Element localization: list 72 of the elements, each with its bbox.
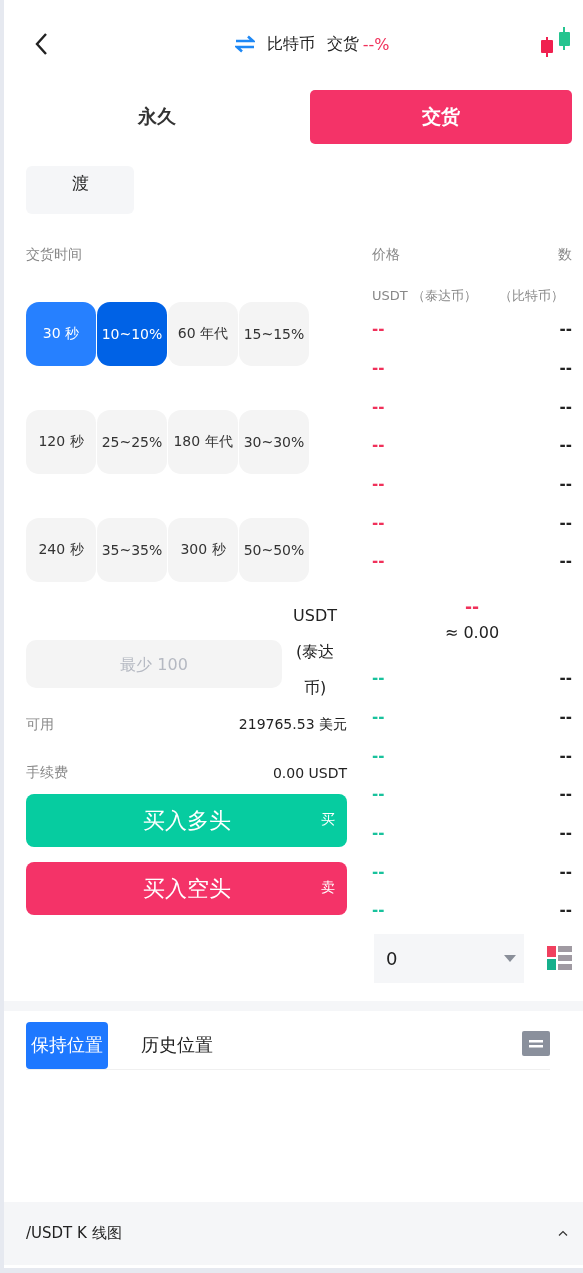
list-icon[interactable] (522, 1030, 550, 1056)
rate-option[interactable]: 50~50% (239, 518, 309, 582)
bid-amount: -- (559, 707, 572, 726)
bid-price: -- (372, 669, 385, 688)
bid-amount: -- (559, 862, 572, 881)
rate-option[interactable]: 10~10% (97, 302, 167, 366)
depth-select[interactable]: 0 (374, 933, 524, 983)
available-value: 219765.53 美元 (238, 716, 347, 734)
rate-option[interactable]: 25~25% (97, 410, 167, 474)
position-tab[interactable]: 保持位置 (26, 1021, 108, 1069)
chip-button[interactable]: 渡 (26, 166, 134, 214)
coin-name: 比特币 (266, 33, 315, 55)
available-label: 可用 (26, 716, 54, 734)
fee-value: 0.00 USDT (272, 765, 347, 781)
ask-price: -- (372, 552, 385, 571)
kline-bar[interactable]: /USDT K 线图 (4, 1201, 583, 1265)
bid-amount: -- (559, 823, 572, 842)
change-percent: --% (362, 34, 390, 54)
bid-price: -- (372, 746, 385, 765)
bid-amount: -- (559, 901, 572, 920)
amount-field[interactable]: 最少 100 (26, 640, 282, 688)
swap-icon[interactable] (234, 35, 255, 53)
bid-price: -- (372, 823, 385, 842)
approx-value: ≈ 0.00 (444, 623, 500, 643)
ask-price: -- (372, 513, 385, 532)
rate-option[interactable]: 30~30% (239, 410, 309, 474)
back-icon[interactable] (34, 32, 48, 56)
bid-price: -- (372, 707, 385, 726)
price-header: 价格 (372, 245, 400, 264)
amount-unit-header: （比特币） (499, 287, 564, 305)
time-option[interactable]: 60 年代 (168, 302, 238, 366)
time-option[interactable]: 240 秒 (26, 518, 96, 582)
market-mode: 交货 (326, 33, 359, 55)
ask-price: -- (372, 436, 385, 455)
fee-label: 手续费 (26, 764, 68, 782)
sell-tag: 卖 (321, 879, 335, 897)
layout-icon[interactable] (547, 946, 572, 971)
ask-price: -- (372, 397, 385, 416)
time-option[interactable]: 30 秒 (26, 302, 96, 366)
ask-amount: -- (559, 513, 572, 532)
buy-tag: 买 (321, 811, 335, 829)
bid-price: -- (372, 785, 385, 804)
ask-amount: -- (559, 436, 572, 455)
kline-label: /USDT K 线图 (26, 1223, 122, 1243)
bid-amount: -- (559, 785, 572, 804)
candlestick-icon[interactable] (540, 27, 572, 57)
ask-price: -- (372, 320, 385, 339)
rate-option[interactable]: 15~15% (239, 302, 309, 366)
bid-amount: -- (559, 746, 572, 765)
time-option[interactable]: 120 秒 (26, 410, 96, 474)
section-label: 交货时间 (26, 245, 83, 264)
bid-price: -- (372, 862, 385, 881)
amount-header: 数 (558, 245, 572, 264)
ask-amount: -- (559, 320, 572, 339)
sell-short-button[interactable]: 买入空头 卖 (26, 862, 347, 915)
amount-unit: USDT (泰达币) (292, 605, 338, 699)
ask-price: -- (372, 359, 385, 378)
caret-up-icon (558, 1230, 568, 1237)
dropdown-icon (504, 954, 516, 962)
time-option[interactable]: 300 秒 (168, 518, 238, 582)
ask-amount: -- (559, 475, 572, 494)
last-price: -- (464, 597, 480, 618)
bid-amount: -- (559, 669, 572, 688)
ask-amount: -- (559, 359, 572, 378)
ask-amount: -- (559, 552, 572, 571)
ask-price: -- (372, 475, 385, 494)
price-unit: USDT （泰达币） (372, 287, 477, 305)
time-option[interactable]: 180 年代 (168, 410, 238, 474)
rate-option[interactable]: 35~35% (97, 518, 167, 582)
market-tab[interactable]: 交货 (310, 90, 572, 144)
bid-price: -- (372, 901, 385, 920)
ask-amount: -- (559, 397, 572, 416)
